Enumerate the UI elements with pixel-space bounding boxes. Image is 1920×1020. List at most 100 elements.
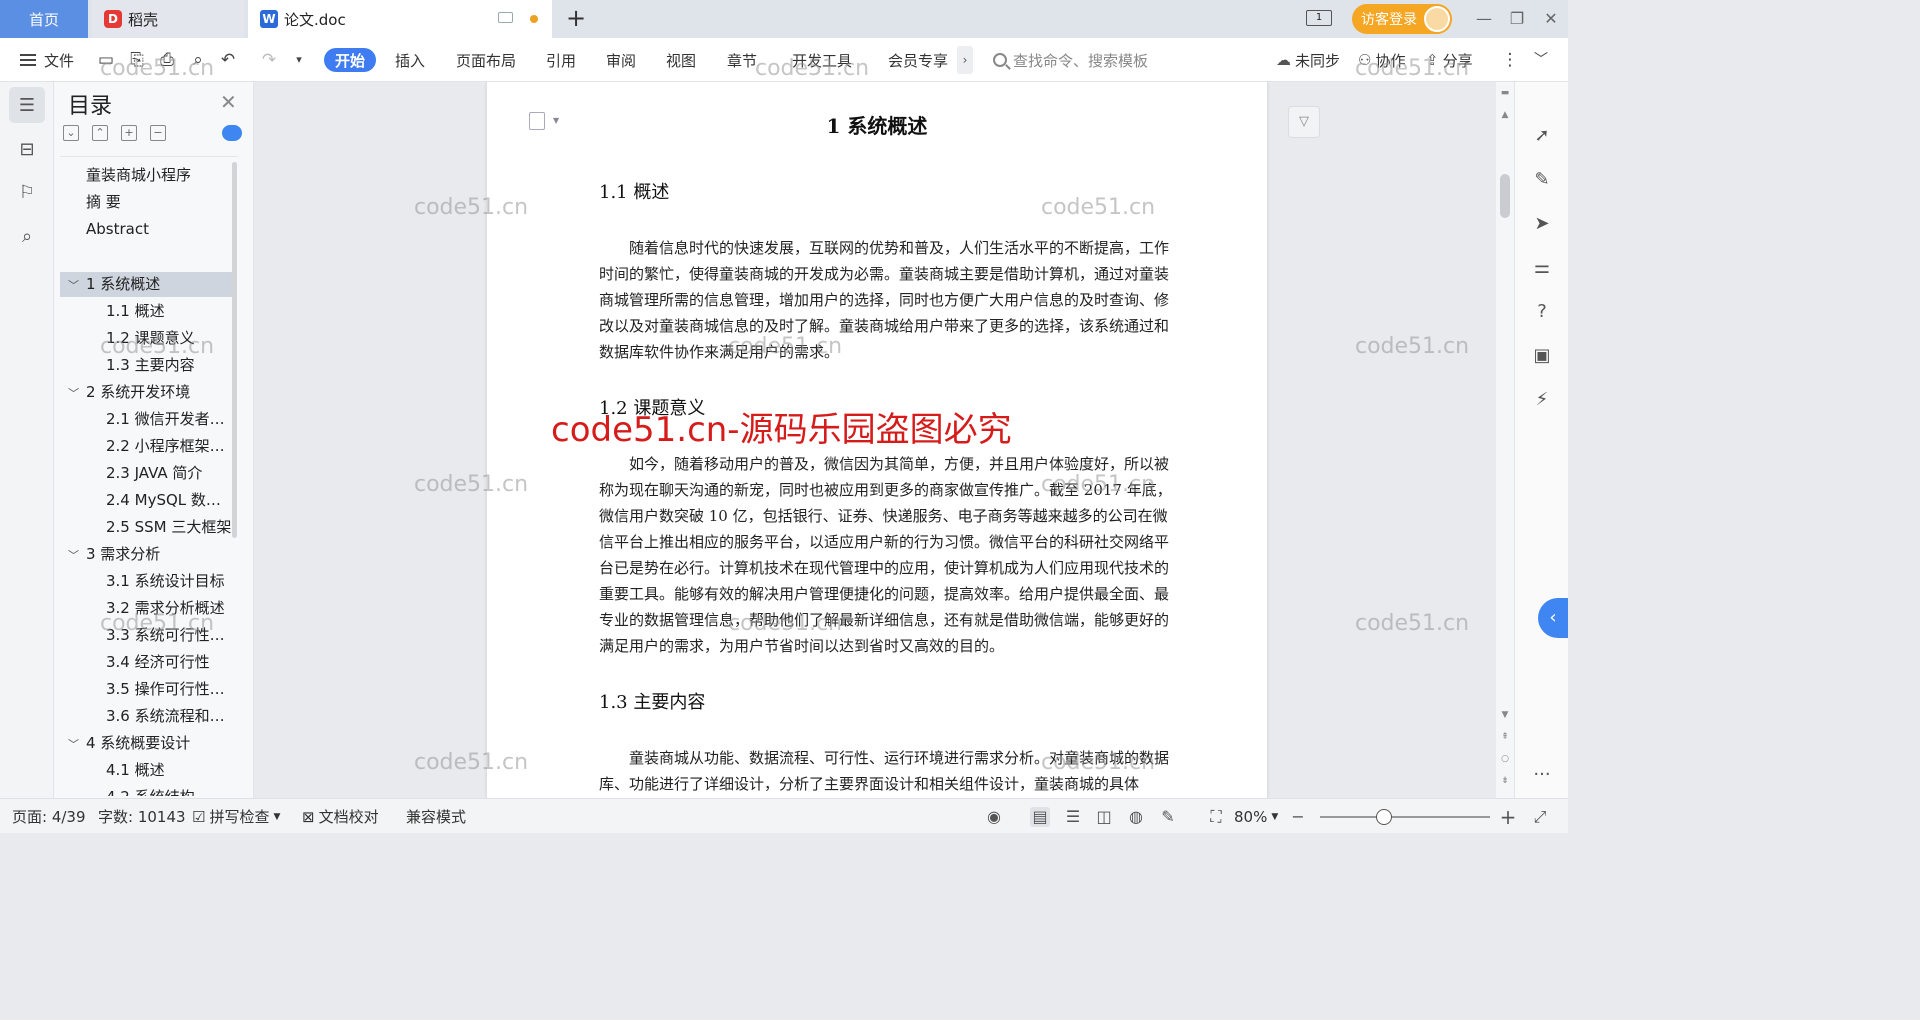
redo-icon[interactable]: ↷ (259, 50, 279, 70)
toc-item[interactable]: 4.1 概述 (60, 758, 232, 783)
scroll-up-icon[interactable]: ▲ (1499, 110, 1511, 120)
scrollbar-thumb[interactable] (1500, 174, 1510, 218)
toc-item[interactable]: 2.2 小程序框架以及目录结构介绍 (60, 434, 232, 459)
write-mode-icon[interactable]: ✎ (1158, 807, 1178, 827)
image-icon[interactable]: ▣ (1531, 345, 1553, 367)
command-search-input[interactable]: 查找命令、搜索模板 (993, 48, 1148, 72)
cursor-icon[interactable]: ➤ (1531, 213, 1553, 235)
toc-item[interactable]: 童装商城小程序 (60, 163, 232, 188)
page-view-icon[interactable]: ▤ (1030, 807, 1050, 827)
toc-scrollbar[interactable] (232, 162, 237, 538)
eye-icon[interactable]: ◉ (984, 807, 1004, 827)
guest-login-button[interactable]: 访客登录 (1352, 4, 1452, 34)
find-icon[interactable]: ⌕ (9, 218, 45, 254)
lightning-icon[interactable]: ⚡ (1531, 389, 1553, 411)
pen-icon[interactable]: ✎ (1531, 169, 1553, 191)
toc-item[interactable]: 3.1 系统设计目标 (60, 569, 232, 594)
restore-icon[interactable]: ❐ (1506, 8, 1528, 30)
bookmark-icon[interactable]: ⚐ (9, 174, 45, 210)
tab-start[interactable]: 开始 (324, 48, 376, 72)
toc-item[interactable]: 摘 要 (60, 190, 232, 215)
toc-item[interactable]: ﹀ 4 系统概要设计 (60, 731, 232, 756)
expand-all-icon[interactable]: ⌄ (63, 125, 79, 141)
toc-item[interactable]: 3.6 系统流程和逻辑 (60, 704, 232, 729)
toc-item[interactable]: 1.2 课题意义 (60, 326, 232, 351)
toc-item[interactable]: 3.2 需求分析概述 (60, 596, 232, 621)
save-icon[interactable]: ▭ (96, 50, 116, 70)
toc-item[interactable]: 2.4 MySQL 数据库 (60, 488, 232, 513)
vertical-scrollbar[interactable]: ▬ ▲ ▼ ⇞ ○ ⇟ (1496, 82, 1514, 798)
close-icon[interactable]: ✕ (220, 90, 237, 114)
tab-developer[interactable]: 开发工具 (792, 38, 852, 82)
tab-document[interactable]: W 论文.doc (248, 0, 552, 38)
toc-item[interactable]: ﹀ 2 系统开发环境 (60, 380, 232, 405)
ribbon-more-icon[interactable]: › (957, 46, 973, 74)
collapse-ribbon-icon[interactable]: ﹀ (1531, 50, 1551, 70)
quick-access-dropdown-icon[interactable]: ▾ (289, 50, 309, 70)
more-icon[interactable]: ··· (1531, 764, 1553, 786)
tab-view[interactable]: 视图 (666, 38, 696, 82)
monitor-icon[interactable] (498, 12, 513, 23)
filter-icon[interactable]: ▽ (1288, 106, 1320, 138)
toc-item[interactable]: 3.3 系统可行性分析 (60, 623, 232, 648)
collaborate-button[interactable]: ⚇ 协作 (1358, 38, 1405, 82)
chevron-down-icon[interactable]: ﹀ (68, 273, 80, 297)
toc-item[interactable]: Abstract (60, 217, 232, 242)
sync-status-button[interactable]: ☁ 未同步 (1276, 38, 1340, 82)
scroll-down-icon[interactable]: ▼ (1499, 710, 1511, 720)
fit-page-icon[interactable]: ⛶ (1206, 807, 1226, 827)
toc-item[interactable]: 4.2 系统结构 (60, 785, 232, 796)
share-button[interactable]: ⇪ 分享 (1426, 38, 1473, 82)
help-icon[interactable]: ? (1531, 301, 1553, 323)
tab-references[interactable]: 引用 (546, 38, 576, 82)
collapse-all-icon[interactable]: ⌃ (92, 125, 108, 141)
outline-icon[interactable]: ☰ (9, 87, 45, 123)
tab-page-layout[interactable]: 页面布局 (456, 38, 516, 82)
export-pdf-icon[interactable]: ⎘ (127, 50, 147, 70)
spell-check-button[interactable]: ☑ 拼写检查 ▼ (192, 799, 280, 834)
chevron-down-icon[interactable]: ﹀ (68, 381, 80, 405)
zoom-slider-handle[interactable] (1376, 809, 1392, 825)
minimize-icon[interactable]: — (1473, 8, 1495, 30)
sliders-icon[interactable]: ⚌ (1531, 257, 1553, 279)
previous-page-icon[interactable]: ⇞ (1499, 732, 1511, 742)
toc-item[interactable]: 1.1 概述 (60, 299, 232, 324)
zoom-slider[interactable] (1320, 816, 1490, 818)
reading-view-icon[interactable]: ◫ (1094, 807, 1114, 827)
document-page[interactable]: ▼ 1 系统概述 1.1 概述 随着信息时代的快速发展，互联网的优势和普及，人们… (487, 82, 1267, 798)
zoom-out-icon[interactable]: − (1288, 807, 1308, 827)
web-view-icon[interactable]: ◍ (1126, 807, 1146, 827)
toc-item[interactable]: ﹀ 3 需求分析 (60, 542, 232, 567)
tab-section[interactable]: 章节 (727, 38, 757, 82)
tab-review[interactable]: 审阅 (606, 38, 636, 82)
tab-home[interactable]: 首页 (0, 0, 88, 38)
toc-item[interactable]: 3.5 操作可行性分析 (60, 677, 232, 702)
tab-member[interactable]: 会员专享 (888, 38, 948, 82)
scroll-top-icon[interactable]: ▬ (1499, 88, 1511, 98)
toc-item[interactable]: ﹀ 1 系统概述 (60, 272, 232, 297)
word-count[interactable]: 字数: 10143 (98, 799, 186, 834)
close-icon[interactable]: ✕ (1540, 8, 1562, 30)
toc-item[interactable]: 1.3 主要内容 (60, 353, 232, 378)
window-mode-icon[interactable]: 1 (1306, 10, 1332, 26)
new-tab-icon[interactable]: + (566, 6, 586, 32)
print-preview-icon[interactable]: ⌕ (188, 50, 208, 70)
page-count[interactable]: 页面: 4/39 (12, 799, 86, 834)
toc-sync-toggle[interactable] (222, 125, 242, 141)
rocket-icon[interactable]: ➚ (1531, 125, 1553, 147)
fullscreen-icon[interactable]: ⤢ (1530, 807, 1550, 827)
navigation-icon[interactable]: ⊟ (9, 131, 45, 167)
select-browse-icon[interactable]: ○ (1499, 754, 1511, 764)
toc-item[interactable]: 3.4 经济可行性 (60, 650, 232, 675)
chevron-down-icon[interactable]: ﹀ (68, 543, 80, 567)
tab-daoke[interactable]: D 稻壳 (92, 0, 244, 38)
add-heading-icon[interactable]: + (121, 125, 137, 141)
chevron-down-icon[interactable]: ﹀ (68, 732, 80, 756)
toc-item[interactable]: 2.5 SSM 三大框架 (60, 515, 232, 540)
toc-item[interactable]: 2.1 微信开发者工具 (60, 407, 232, 432)
remove-heading-icon[interactable]: − (150, 125, 166, 141)
toc-item[interactable]: 2.3 JAVA 简介 (60, 461, 232, 486)
next-page-icon[interactable]: ⇟ (1499, 776, 1511, 786)
zoom-level-dropdown[interactable]: 80% ▼ (1234, 799, 1278, 834)
more-options-icon[interactable]: ⋮ (1500, 50, 1520, 70)
